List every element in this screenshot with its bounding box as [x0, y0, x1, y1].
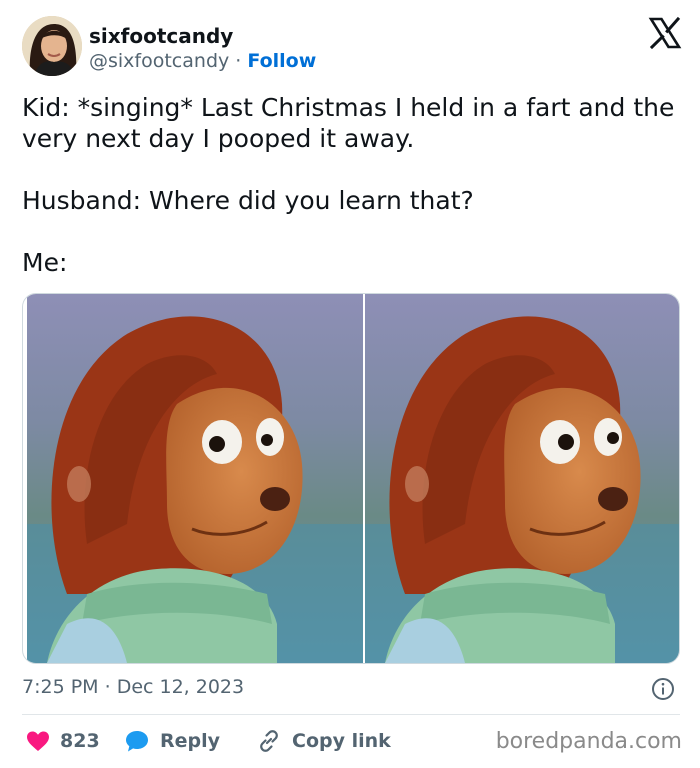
reply-button[interactable]: Reply [124, 726, 220, 756]
author-handle[interactable]: @sixfootcandy [89, 50, 229, 72]
copy-link-label: Copy link [292, 730, 391, 752]
tweet-header: sixfootcandy @sixfootcandy · Follow [22, 16, 682, 78]
like-button[interactable]: 823 [26, 726, 100, 756]
divider [22, 714, 680, 715]
avatar[interactable] [22, 16, 82, 76]
timestamp-separator: · [98, 676, 117, 698]
tweet-body: Kid: *singing* Last Christmas I held in … [22, 92, 682, 278]
author-handle-row: @sixfootcandy · Follow [89, 50, 316, 72]
meme-panel-left [27, 294, 363, 663]
tweet-line-2: Husband: Where did you learn that? [22, 186, 474, 215]
puppet-meme-image [27, 294, 363, 663]
watermark-text: boredpanda.com [495, 729, 682, 754]
follow-button[interactable]: Follow [247, 50, 316, 72]
like-count: 823 [60, 730, 100, 752]
x-logo-icon[interactable] [648, 16, 682, 50]
link-icon [260, 730, 278, 752]
info-icon[interactable] [651, 677, 675, 701]
author-display-name[interactable]: sixfootcandy [89, 24, 233, 48]
handle-separator: · [229, 50, 248, 72]
avatar-image [22, 16, 82, 76]
tweet-timestamp[interactable]: 7:25 PM · Dec 12, 2023 [22, 676, 244, 698]
heart-icon [27, 731, 49, 751]
reply-label: Reply [160, 730, 221, 752]
tweet-date: Dec 12, 2023 [116, 676, 245, 698]
tweet-line-1: Kid: *singing* Last Christmas I held in … [22, 93, 675, 153]
puppet-meme-image [365, 294, 679, 663]
tweet-media[interactable] [22, 293, 680, 664]
reply-bubble-icon [126, 731, 148, 752]
tweet-time: 7:25 PM [22, 676, 99, 698]
meme-panel-right [365, 294, 679, 663]
tweet-line-3: Me: [22, 248, 68, 277]
copy-link-button[interactable]: Copy link [256, 726, 391, 756]
